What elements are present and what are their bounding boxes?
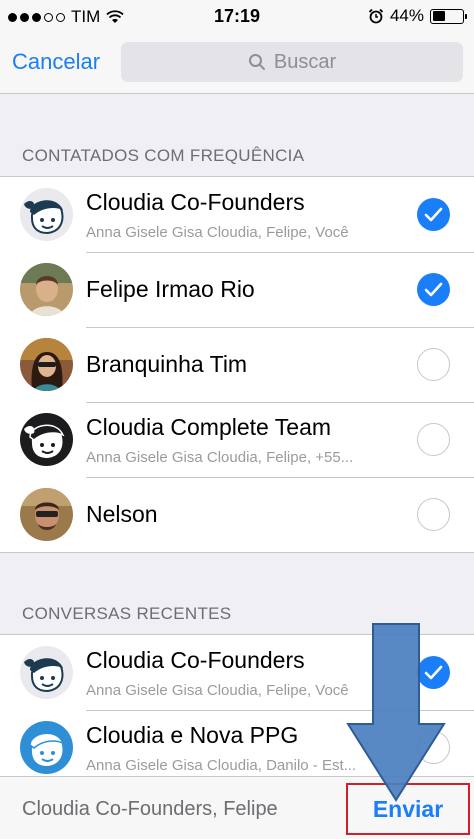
search-icon [248,54,265,70]
cloudia-logo-icon [20,646,73,699]
contact-row[interactable]: Cloudia Complete Team Anna Gisele Gisa C… [0,402,474,477]
search-input[interactable]: Buscar [121,42,463,82]
cancel-button[interactable]: Cancelar [12,49,100,75]
nav-bar: Cancelar Buscar [0,34,474,94]
checkbox-unchecked[interactable] [417,348,450,381]
avatar [20,646,73,699]
avatar [20,188,73,241]
checkbox-checked[interactable] [417,198,450,231]
avatar [20,263,73,316]
battery-icon [430,8,467,24]
conversation-name: Cloudia Co-Founders [86,647,305,673]
checkbox-unchecked[interactable] [417,423,450,456]
status-right: 44% [368,6,467,26]
avatar [20,338,73,391]
contact-name: Nelson [86,501,158,527]
contact-row[interactable]: Nelson [0,477,474,552]
contact-subtitle: Anna Gisele Gisa Cloudia, Felipe, Você [86,224,349,241]
cloudia-logo-icon [20,721,73,774]
checkbox-unchecked[interactable] [417,498,450,531]
section-header-frequent: CONTATADOS COM FREQUÊNCIA [22,146,305,165]
person-photo-icon [20,338,73,391]
contact-name: Cloudia Co-Founders [86,189,305,215]
avatar [20,488,73,541]
conversation-subtitle: Anna Gisele Gisa Cloudia, Felipe, Você [86,682,349,699]
search-placeholder: Buscar [273,50,337,73]
annotation-arrow-icon [346,623,446,802]
section-header-recent: CONVERSAS RECENTES [22,604,232,623]
battery-percent: 44% [389,6,424,25]
contact-name: Branquinha Tim [86,351,248,377]
selected-recipients: Cloudia Co-Founders, Felipe [22,798,278,820]
contact-name: Cloudia Complete Team [86,414,332,440]
alarm-icon [368,8,384,24]
contact-row[interactable]: Felipe Irmao Rio [0,252,474,327]
avatar [20,721,73,774]
conversation-name: Cloudia e Nova PPG [86,722,299,748]
checkmark-icon [424,207,443,222]
frequent-list: Cloudia Co-Founders Anna Gisele Gisa Clo… [0,176,474,553]
person-photo-icon [20,263,73,316]
contact-row[interactable]: Branquinha Tim [0,327,474,402]
contact-subtitle: Anna Gisele Gisa Cloudia, Felipe, +55... [86,449,354,466]
contact-row[interactable]: Cloudia Co-Founders Anna Gisele Gisa Clo… [0,177,474,252]
conversation-subtitle: Anna Gisele Gisa Cloudia, Danilo - Est..… [86,757,357,774]
checkbox-checked[interactable] [417,273,450,306]
cloudia-logo-icon [20,188,73,241]
status-bar: TIM 17:19 44% [0,0,474,34]
checkmark-icon [424,282,443,297]
person-photo-icon [20,488,73,541]
avatar [20,413,73,466]
cloudia-logo-icon [20,413,73,466]
contact-name: Felipe Irmao Rio [86,276,255,302]
